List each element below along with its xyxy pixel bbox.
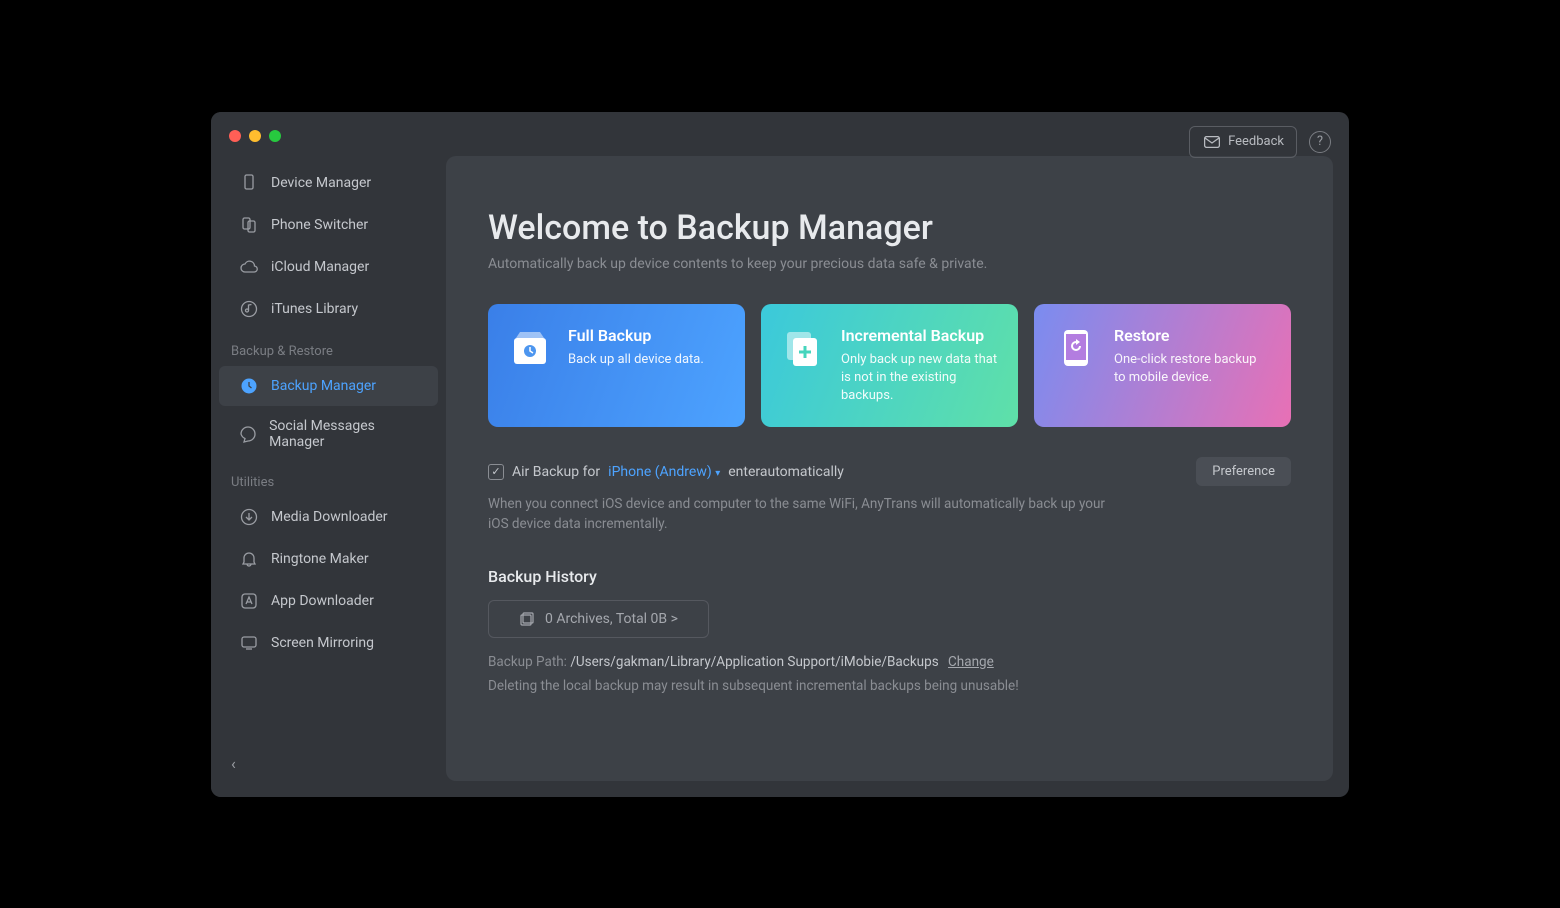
sidebar-item-media-downloader[interactable]: Media Downloader	[219, 497, 438, 537]
minimize-window-button[interactable]	[249, 130, 261, 142]
device-selector[interactable]: iPhone (Andrew) ▾	[608, 464, 720, 480]
sidebar-item-label: Ringtone Maker	[271, 551, 369, 567]
backup-cards: Full Backup Back up all device data. Inc…	[488, 304, 1291, 428]
sidebar-item-label: Device Manager	[271, 175, 371, 191]
archives-button[interactable]: 0 Archives, Total 0B >	[488, 600, 709, 638]
incremental-backup-card[interactable]: Incremental Backup Only back up new data…	[761, 304, 1018, 428]
backup-history-title: Backup History	[488, 567, 1291, 586]
sidebar-item-label: App Downloader	[271, 593, 374, 609]
incremental-backup-text: Incremental Backup Only back up new data…	[841, 326, 998, 406]
page-title: Welcome to Backup Manager	[488, 208, 1291, 248]
sidebar: Device Manager Phone Switcher iCloud Man…	[211, 112, 446, 797]
mail-icon	[1202, 132, 1222, 152]
restore-card[interactable]: Restore One-click restore backup to mobi…	[1034, 304, 1291, 428]
bell-icon	[239, 549, 259, 569]
sidebar-item-icloud-manager[interactable]: iCloud Manager	[219, 247, 438, 287]
sidebar-item-ringtone-maker[interactable]: Ringtone Maker	[219, 539, 438, 579]
sidebar-item-app-downloader[interactable]: App Downloader	[219, 581, 438, 621]
card-desc: Only back up new data that is not in the…	[841, 351, 998, 406]
full-backup-card[interactable]: Full Backup Back up all device data.	[488, 304, 745, 428]
sidebar-item-label: Backup Manager	[271, 378, 376, 394]
feedback-label: Feedback	[1228, 134, 1284, 149]
change-path-link[interactable]: Change	[948, 654, 994, 670]
app-window: Feedback ? Device Manager Phone Switcher…	[211, 112, 1349, 797]
chat-icon	[239, 424, 257, 444]
air-backup-suffix: enterautomatically	[728, 464, 844, 480]
maximize-window-button[interactable]	[269, 130, 281, 142]
sidebar-item-label: Screen Mirroring	[271, 635, 374, 651]
sidebar-section-utilities: Utilities	[211, 461, 446, 496]
card-title: Incremental Backup	[841, 326, 998, 345]
air-backup-description: When you connect iOS device and computer…	[488, 494, 1108, 535]
main-content: Welcome to Backup Manager Automatically …	[446, 156, 1333, 781]
sidebar-item-social-messages[interactable]: Social Messages Manager	[219, 408, 438, 460]
close-window-button[interactable]	[229, 130, 241, 142]
path-label: Backup Path:	[488, 654, 567, 670]
path-value: /Users/gakman/Library/Application Suppor…	[570, 654, 938, 670]
download-icon	[239, 507, 259, 527]
card-title: Full Backup	[568, 326, 704, 345]
app-icon	[239, 591, 259, 611]
sidebar-item-label: iCloud Manager	[271, 259, 369, 275]
sidebar-item-label: Media Downloader	[271, 509, 388, 525]
full-backup-icon	[508, 326, 552, 370]
preference-button[interactable]: Preference	[1196, 457, 1291, 486]
sidebar-item-phone-switcher[interactable]: Phone Switcher	[219, 205, 438, 245]
card-desc: Back up all device data.	[568, 351, 704, 369]
sidebar-section-backup: Backup & Restore	[211, 330, 446, 365]
card-desc: One-click restore backup to mobile devic…	[1114, 351, 1271, 387]
restore-text: Restore One-click restore backup to mobi…	[1114, 326, 1271, 406]
backup-path-row: Backup Path: /Users/gakman/Library/Appli…	[488, 654, 1291, 670]
backup-warning: Deleting the local backup may result in …	[488, 678, 1291, 694]
incremental-backup-icon	[781, 326, 825, 370]
page-subtitle: Automatically back up device contents to…	[488, 256, 1291, 272]
air-backup-checkbox[interactable]	[488, 464, 504, 480]
music-icon	[239, 299, 259, 319]
archives-label: 0 Archives, Total 0B >	[545, 611, 678, 627]
cloud-icon	[239, 257, 259, 277]
mirror-icon	[239, 633, 259, 653]
collapse-sidebar-button[interactable]: ‹	[211, 746, 256, 781]
sidebar-item-backup-manager[interactable]: Backup Manager	[219, 366, 438, 406]
full-backup-text: Full Backup Back up all device data.	[568, 326, 704, 406]
air-backup-prefix: Air Backup for	[512, 464, 600, 480]
device-icon	[239, 173, 259, 193]
help-button[interactable]: ?	[1309, 131, 1331, 153]
sidebar-item-device-manager[interactable]: Device Manager	[219, 163, 438, 203]
backup-icon	[239, 376, 259, 396]
sidebar-item-label: Phone Switcher	[271, 217, 368, 233]
sidebar-item-label: Social Messages Manager	[269, 418, 418, 450]
archive-icon	[519, 611, 535, 627]
header-actions: Feedback ?	[1189, 126, 1331, 158]
air-backup-row: Air Backup for iPhone (Andrew) ▾ enterau…	[488, 457, 1291, 486]
chevron-down-icon: ▾	[715, 468, 720, 479]
feedback-button[interactable]: Feedback	[1189, 126, 1297, 158]
sidebar-item-label: iTunes Library	[271, 301, 358, 317]
sidebar-item-screen-mirroring[interactable]: Screen Mirroring	[219, 623, 438, 663]
sidebar-item-itunes-library[interactable]: iTunes Library	[219, 289, 438, 329]
restore-icon	[1054, 326, 1098, 370]
card-title: Restore	[1114, 326, 1271, 345]
switcher-icon	[239, 215, 259, 235]
window-controls	[229, 130, 281, 142]
